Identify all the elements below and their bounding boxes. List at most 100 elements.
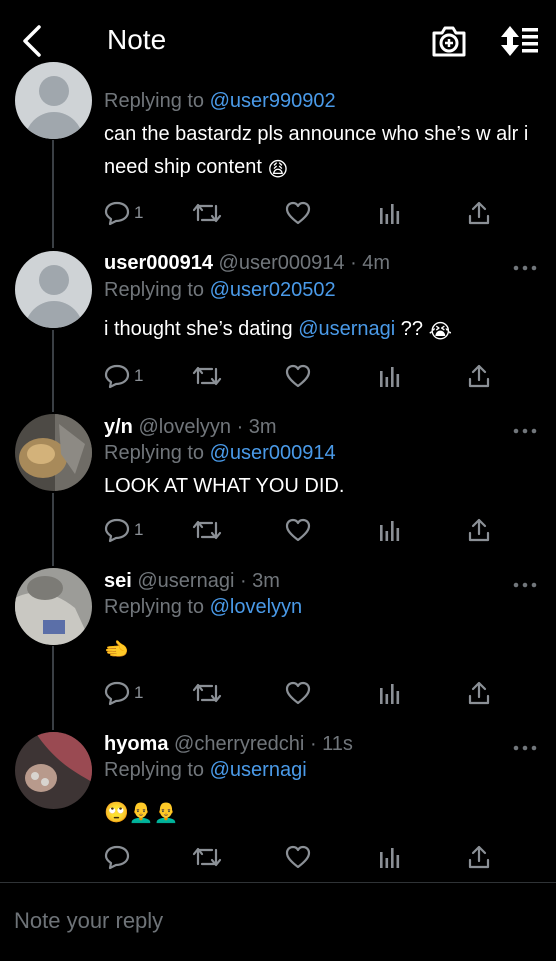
- avatar[interactable]: [15, 414, 92, 491]
- like-button[interactable]: [285, 843, 311, 871]
- retweet-button[interactable]: [192, 362, 222, 390]
- tweet-text: LOOK AT WHAT YOU DID.: [104, 475, 345, 497]
- views-button[interactable]: [378, 362, 402, 390]
- username[interactable]: @lovelyyn: [138, 416, 231, 438]
- retweet-icon: [192, 847, 222, 867]
- mention-link[interactable]: @usernagi: [210, 759, 307, 781]
- share-button[interactable]: [467, 516, 491, 544]
- share-button[interactable]: [467, 199, 491, 227]
- mention-link[interactable]: @user000914: [210, 442, 336, 464]
- camera-plus-icon: [432, 26, 466, 57]
- reply-button[interactable]: 1: [104, 516, 143, 544]
- like-button[interactable]: [285, 199, 311, 227]
- reply-count: 1: [134, 520, 144, 539]
- bar-chart-icon: [380, 204, 400, 224]
- page-title: Note: [107, 24, 167, 55]
- sort-icon: [501, 26, 538, 56]
- mention-link[interactable]: @usernagi: [298, 318, 395, 340]
- username[interactable]: @user000914: [219, 252, 345, 274]
- share-icon: [468, 681, 490, 705]
- profile-photo: [15, 568, 92, 645]
- chevron-left-icon: [23, 25, 41, 57]
- retweet-button[interactable]: [192, 679, 222, 707]
- like-button[interactable]: [285, 679, 311, 707]
- views-button[interactable]: [378, 516, 402, 544]
- timestamp: · 11s: [309, 733, 353, 755]
- reply-button[interactable]: 1: [104, 679, 143, 707]
- tweet-text: can the bastardz pls announce who she’s …: [104, 118, 534, 187]
- more-button[interactable]: [512, 260, 538, 271]
- display-name[interactable]: user000914: [104, 252, 213, 274]
- speech-bubble-icon: [104, 518, 130, 543]
- avatar[interactable]: [15, 62, 92, 139]
- action-bar: 1: [104, 362, 504, 390]
- reply-button[interactable]: 1: [104, 362, 143, 390]
- action-bar: 1: [104, 199, 504, 227]
- mention-link[interactable]: @user020502: [210, 279, 336, 301]
- tweet-header: y/n @lovelyyn · 3m: [104, 416, 277, 439]
- avatar[interactable]: [15, 251, 92, 328]
- tweet-text: i thought she’s dating @usernagi ?? 😭: [104, 313, 534, 349]
- thread-line: [52, 493, 54, 566]
- profile-photo: [15, 732, 92, 809]
- reply-composer: [0, 882, 556, 961]
- heart-icon: [285, 845, 311, 869]
- reply-input[interactable]: [12, 903, 536, 939]
- camera-button[interactable]: [430, 24, 468, 58]
- mention-link[interactable]: @user990902: [210, 90, 336, 112]
- username[interactable]: @cherryredchi: [174, 733, 304, 755]
- replying-to: Replying to @user000914: [104, 442, 336, 464]
- sort-button[interactable]: [499, 24, 541, 58]
- reply-count: 1: [134, 366, 144, 385]
- thread-line: [52, 646, 54, 730]
- retweet-button[interactable]: [192, 199, 222, 227]
- views-button[interactable]: [378, 679, 402, 707]
- share-icon: [468, 201, 490, 225]
- views-button[interactable]: [378, 843, 402, 871]
- heart-icon: [285, 364, 311, 388]
- bar-chart-icon: [380, 684, 400, 704]
- speech-bubble-icon: [104, 681, 130, 706]
- share-button[interactable]: [467, 679, 491, 707]
- avatar[interactable]: [15, 568, 92, 645]
- thread-line: [52, 330, 54, 412]
- heart-icon: [285, 681, 311, 705]
- views-button[interactable]: [378, 199, 402, 227]
- reply-button[interactable]: [104, 843, 134, 871]
- back-button[interactable]: [18, 24, 48, 58]
- speech-bubble-icon: [104, 845, 130, 870]
- eye-roll-emoji: 🙄👨‍🦲👨‍🦲: [104, 802, 179, 824]
- retweet-button[interactable]: [192, 843, 222, 871]
- reply-button[interactable]: 1: [104, 199, 143, 227]
- share-button[interactable]: [467, 362, 491, 390]
- more-dots-icon: [513, 428, 537, 434]
- hand-emoji: 🫲: [104, 639, 129, 661]
- retweet-button[interactable]: [192, 516, 222, 544]
- timestamp: · 4m: [350, 252, 391, 274]
- tired-face-emoji: 😩: [267, 159, 289, 181]
- avatar[interactable]: [15, 732, 92, 809]
- more-button[interactable]: [512, 740, 538, 751]
- profile-photo: [15, 414, 92, 491]
- like-button[interactable]: [285, 362, 311, 390]
- replying-to: Replying to @usernagi: [104, 759, 307, 781]
- share-icon: [468, 364, 490, 388]
- more-dots-icon: [513, 265, 537, 271]
- thread-line: [52, 140, 54, 248]
- action-bar: [104, 843, 504, 871]
- reply-count: 1: [134, 203, 144, 222]
- display-name[interactable]: hyoma: [104, 733, 168, 755]
- more-button[interactable]: [512, 423, 538, 434]
- more-button[interactable]: [512, 577, 538, 588]
- mention-link[interactable]: @lovelyyn: [210, 596, 303, 618]
- share-button[interactable]: [467, 843, 491, 871]
- heart-icon: [285, 201, 311, 225]
- username[interactable]: @usernagi: [137, 570, 234, 592]
- display-name[interactable]: y/n: [104, 416, 133, 438]
- display-name[interactable]: sei: [104, 570, 132, 592]
- replying-to: Replying to @user020502: [104, 279, 336, 301]
- more-dots-icon: [513, 582, 537, 588]
- speech-bubble-icon: [104, 201, 130, 226]
- like-button[interactable]: [285, 516, 311, 544]
- retweet-icon: [192, 366, 222, 386]
